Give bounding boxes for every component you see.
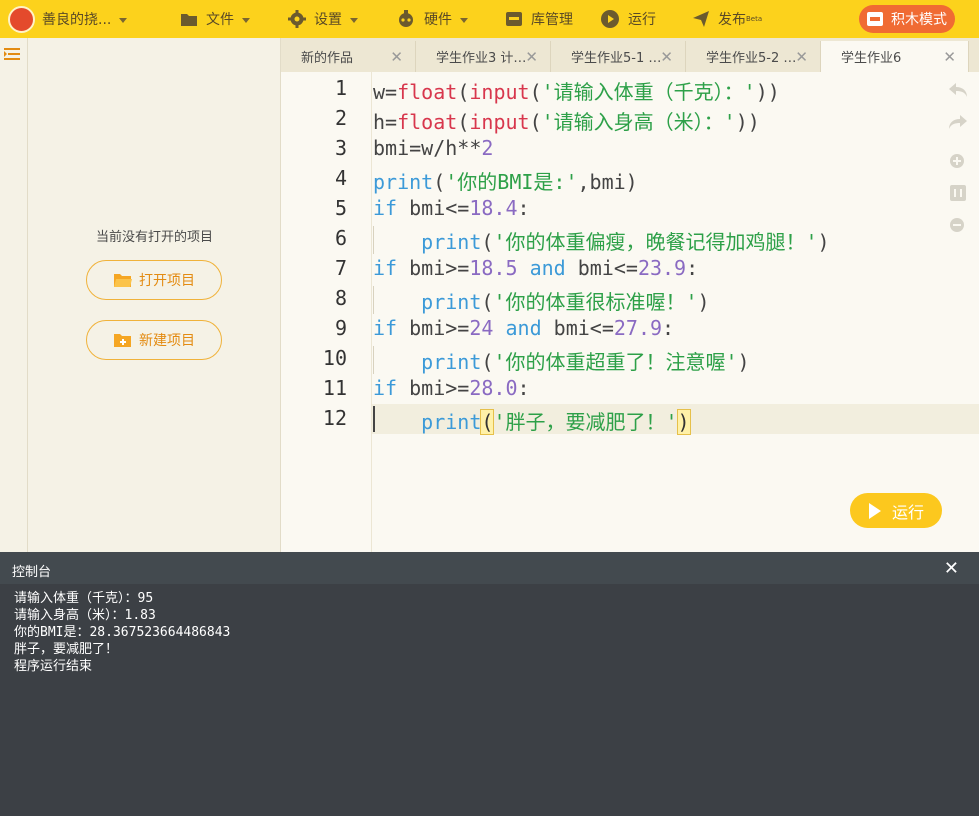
reset-zoom-icon[interactable] bbox=[948, 183, 968, 203]
chevron-down-icon bbox=[119, 17, 128, 23]
close-icon[interactable]: ✕ bbox=[795, 48, 808, 66]
code-editor[interactable]: 1 2 3 4 5 6 7 8 9 10 11 12 w=float(input… bbox=[281, 72, 979, 552]
editor-tabs: 新的作品 ✕ 学生作业3 计算BMI ✕ 学生作业5-1 判断 ✕ 学生作业5-… bbox=[281, 38, 979, 72]
file-menu[interactable]: 文件 bbox=[180, 0, 250, 38]
line-number: 1 bbox=[334, 76, 347, 100]
line-number: 2 bbox=[334, 106, 347, 130]
redo-icon[interactable] bbox=[948, 112, 968, 132]
tab-homework-3[interactable]: 学生作业3 计算BMI ✕ bbox=[416, 41, 551, 72]
block-mode-label: 积木模式 bbox=[891, 12, 947, 28]
tab-label: 学生作业5-1 判断 bbox=[571, 51, 663, 66]
run-button[interactable]: 运行 bbox=[850, 493, 942, 528]
tab-label: 学生作业3 计算BMI bbox=[436, 51, 528, 66]
console-line: 胖子，要减肥了！ bbox=[14, 642, 119, 657]
line-number: 5 bbox=[334, 196, 347, 220]
run-menu-button[interactable]: 运行 bbox=[600, 0, 656, 38]
no-project-message: 当前没有打开的项目 bbox=[95, 230, 213, 245]
undo-icon[interactable] bbox=[948, 80, 968, 100]
text-cursor bbox=[373, 406, 375, 432]
code-line: print('你的体重超重了！注意喔') bbox=[421, 350, 750, 374]
library-manager-label: 库管理 bbox=[531, 12, 573, 28]
publish-label: 发布 bbox=[718, 12, 746, 28]
line-number: 3 bbox=[334, 136, 347, 160]
console-output: 请输入体重（千克）：95 请输入身高（米）：1.83 你的BMI是：28.367… bbox=[0, 584, 979, 816]
project-panel: 当前没有打开的项目 打开项目 新建项目 bbox=[28, 38, 281, 552]
code-line: if bmi>=18.5 and bmi<=23.9: bbox=[373, 256, 699, 280]
code-line: print('你的体重很标准喔！') bbox=[421, 290, 710, 314]
console-line: 请输入体重（千克）：95 bbox=[14, 591, 154, 606]
line-number: 7 bbox=[334, 256, 347, 280]
run-button-label: 运行 bbox=[891, 502, 924, 522]
open-project-button[interactable]: 打开项目 bbox=[86, 260, 222, 300]
line-number: 9 bbox=[334, 316, 347, 340]
code-line: if bmi>=24 and bmi<=27.9: bbox=[373, 316, 675, 340]
publish-button[interactable]: 发布 Beta bbox=[692, 0, 762, 38]
console-title: 控制台 bbox=[12, 565, 52, 580]
run-menu-label: 运行 bbox=[628, 12, 656, 28]
folder-open-icon bbox=[113, 272, 133, 288]
user-name: 善良的挠... bbox=[42, 12, 112, 28]
sidebar-strip bbox=[0, 38, 28, 552]
tab-label: 学生作业6 bbox=[841, 51, 902, 66]
code-line: w=float(input('请输入体重（千克）：')) bbox=[373, 80, 780, 104]
zoom-in-icon[interactable] bbox=[948, 152, 968, 172]
code-line: print('你的BMI是:',bmi) bbox=[373, 170, 638, 194]
block-mode-button[interactable]: 积木模式 bbox=[859, 5, 955, 33]
tab-homework-6[interactable]: 学生作业6 ✕ bbox=[821, 41, 969, 72]
play-circle-icon bbox=[600, 9, 620, 29]
console-line: 你的BMI是：28.367523664486843 bbox=[14, 625, 231, 640]
user-menu[interactable]: 善良的挠... bbox=[42, 0, 128, 38]
open-project-label: 打开项目 bbox=[139, 273, 195, 289]
folder-plus-icon bbox=[113, 332, 133, 348]
robot-icon bbox=[396, 10, 416, 28]
blocks-icon bbox=[867, 12, 883, 26]
line-number: 4 bbox=[334, 166, 347, 190]
settings-menu[interactable]: 设置 bbox=[288, 0, 358, 38]
code-line: if bmi<=18.4: bbox=[373, 196, 530, 220]
console-line: 程序运行结束 bbox=[14, 659, 93, 674]
code-line: print('你的体重偏瘦，晚餐记得加鸡腿！') bbox=[421, 230, 830, 254]
console-line: 请输入身高（米）：1.83 bbox=[14, 608, 156, 623]
code-line: h=float(input('请输入身高（米）：')) bbox=[373, 110, 760, 134]
tab-homework-5-1[interactable]: 学生作业5-1 判断 ✕ bbox=[551, 41, 686, 72]
tab-new-work[interactable]: 新的作品 ✕ bbox=[281, 41, 416, 72]
file-menu-label: 文件 bbox=[206, 12, 234, 28]
line-number: 8 bbox=[334, 286, 347, 310]
chevron-down-icon bbox=[460, 17, 468, 23]
hardware-menu[interactable]: 硬件 bbox=[396, 0, 468, 38]
line-number: 11 bbox=[322, 376, 347, 400]
beta-badge: Beta bbox=[746, 15, 763, 23]
close-icon[interactable]: ✕ bbox=[944, 558, 959, 579]
settings-menu-label: 设置 bbox=[314, 12, 342, 28]
folder-icon bbox=[180, 12, 198, 27]
gear-icon bbox=[288, 10, 306, 28]
code-line: bmi=w/h**2 bbox=[373, 136, 494, 160]
code-line: print('胖子，要减肥了！') bbox=[421, 409, 691, 435]
chevron-down-icon bbox=[350, 17, 358, 23]
tab-label: 学生作业5-2 判断 bbox=[706, 51, 798, 66]
close-icon[interactable]: ✕ bbox=[660, 48, 673, 66]
user-avatar-icon[interactable] bbox=[8, 6, 35, 33]
chevron-down-icon bbox=[242, 17, 250, 23]
package-icon bbox=[505, 11, 523, 27]
zoom-out-icon[interactable] bbox=[948, 216, 968, 236]
new-project-button[interactable]: 新建项目 bbox=[86, 320, 222, 360]
hardware-menu-label: 硬件 bbox=[424, 12, 452, 28]
library-manager-button[interactable]: 库管理 bbox=[505, 0, 573, 38]
close-icon[interactable]: ✕ bbox=[525, 48, 538, 66]
line-number: 6 bbox=[334, 226, 347, 250]
code-line: if bmi>=28.0: bbox=[373, 376, 530, 400]
tab-homework-5-2[interactable]: 学生作业5-2 判断 ✕ bbox=[686, 41, 821, 72]
play-icon bbox=[868, 502, 882, 520]
close-icon[interactable]: ✕ bbox=[390, 48, 403, 66]
line-number: 12 bbox=[322, 406, 347, 430]
close-icon[interactable]: ✕ bbox=[943, 48, 956, 66]
outline-toggle-icon[interactable] bbox=[4, 46, 20, 66]
top-toolbar: 善良的挠... 文件 设置 硬件 库管理 运行 发布 Beta 积木模式 bbox=[0, 0, 979, 38]
paper-plane-icon bbox=[692, 10, 710, 28]
new-project-label: 新建项目 bbox=[139, 333, 195, 349]
line-number: 10 bbox=[322, 346, 347, 370]
tab-label: 新的作品 bbox=[301, 51, 354, 66]
console-header: 控制台 ✕ bbox=[0, 552, 979, 584]
